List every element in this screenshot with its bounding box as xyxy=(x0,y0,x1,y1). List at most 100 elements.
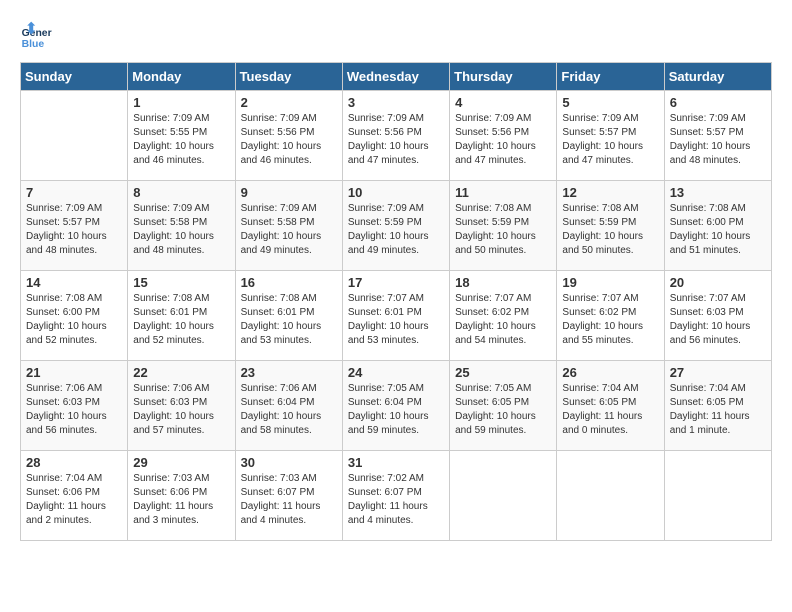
weekday-header-thursday: Thursday xyxy=(450,63,557,91)
calendar-cell: 25 Sunrise: 7:05 AM Sunset: 6:05 PM Dayli… xyxy=(450,361,557,451)
day-number: 19 xyxy=(562,275,658,290)
calendar-cell: 11 Sunrise: 7:08 AM Sunset: 5:59 PM Dayli… xyxy=(450,181,557,271)
day-info: Sunrise: 7:09 AM Sunset: 5:56 PM Dayligh… xyxy=(455,112,551,168)
calendar-cell: 4 Sunrise: 7:09 AM Sunset: 5:56 PM Daylig… xyxy=(450,91,557,181)
calendar-cell xyxy=(21,91,128,181)
day-info: Sunrise: 7:08 AM Sunset: 6:01 PM Dayligh… xyxy=(133,292,229,348)
day-info: Sunrise: 7:05 AM Sunset: 6:05 PM Dayligh… xyxy=(455,382,551,438)
day-info: Sunrise: 7:08 AM Sunset: 6:00 PM Dayligh… xyxy=(670,202,766,258)
weekday-header-wednesday: Wednesday xyxy=(342,63,449,91)
calendar-cell: 10 Sunrise: 7:09 AM Sunset: 5:59 PM Dayli… xyxy=(342,181,449,271)
day-info: Sunrise: 7:07 AM Sunset: 6:03 PM Dayligh… xyxy=(670,292,766,348)
day-info: Sunrise: 7:03 AM Sunset: 6:06 PM Dayligh… xyxy=(133,472,229,528)
calendar-cell: 26Sunrise: 7:04 AM Sunset: 6:05 PM Dayli… xyxy=(557,361,664,451)
calendar-cell xyxy=(450,451,557,541)
day-number: 24 xyxy=(348,365,444,380)
day-number: 9 xyxy=(241,185,337,200)
day-info: Sunrise: 7:02 AM Sunset: 6:07 PM Dayligh… xyxy=(348,472,444,528)
calendar-cell: 12 Sunrise: 7:08 AM Sunset: 5:59 PM Dayli… xyxy=(557,181,664,271)
day-number: 18 xyxy=(455,275,551,290)
calendar-week-row: 1 Sunrise: 7:09 AM Sunset: 5:55 PM Daylig… xyxy=(21,91,772,181)
calendar-cell: 6 Sunrise: 7:09 AM Sunset: 5:57 PM Daylig… xyxy=(664,91,771,181)
calendar-cell: 1 Sunrise: 7:09 AM Sunset: 5:55 PM Daylig… xyxy=(128,91,235,181)
svg-text:Blue: Blue xyxy=(22,39,45,50)
day-info: Sunrise: 7:09 AM Sunset: 5:55 PM Dayligh… xyxy=(133,112,229,168)
day-info: Sunrise: 7:07 AM Sunset: 6:01 PM Dayligh… xyxy=(348,292,444,348)
day-info: Sunrise: 7:07 AM Sunset: 6:02 PM Dayligh… xyxy=(455,292,551,348)
weekday-header-monday: Monday xyxy=(128,63,235,91)
day-info: Sunrise: 7:03 AM Sunset: 6:07 PM Dayligh… xyxy=(241,472,337,528)
calendar-cell: 13Sunrise: 7:08 AM Sunset: 6:00 PM Dayli… xyxy=(664,181,771,271)
calendar-week-row: 21 Sunrise: 7:06 AM Sunset: 6:03 PM Dayli… xyxy=(21,361,772,451)
weekday-header-friday: Friday xyxy=(557,63,664,91)
day-number: 17 xyxy=(348,275,444,290)
day-info: Sunrise: 7:08 AM Sunset: 6:01 PM Dayligh… xyxy=(241,292,337,348)
day-number: 3 xyxy=(348,95,444,110)
weekday-header-saturday: Saturday xyxy=(664,63,771,91)
day-number: 6 xyxy=(670,95,766,110)
day-number: 14 xyxy=(26,275,122,290)
calendar-cell: 28Sunrise: 7:04 AM Sunset: 6:06 PM Dayli… xyxy=(21,451,128,541)
day-info: Sunrise: 7:08 AM Sunset: 5:59 PM Dayligh… xyxy=(455,202,551,258)
day-number: 5 xyxy=(562,95,658,110)
calendar-cell: 9 Sunrise: 7:09 AM Sunset: 5:58 PM Daylig… xyxy=(235,181,342,271)
day-info: Sunrise: 7:09 AM Sunset: 5:56 PM Dayligh… xyxy=(348,112,444,168)
day-number: 7 xyxy=(26,185,122,200)
calendar-cell xyxy=(557,451,664,541)
day-number: 28 xyxy=(26,455,122,470)
day-info: Sunrise: 7:09 AM Sunset: 5:57 PM Dayligh… xyxy=(670,112,766,168)
logo-icon: General Blue xyxy=(20,20,52,52)
calendar-cell: 31 Sunrise: 7:02 AM Sunset: 6:07 PM Dayli… xyxy=(342,451,449,541)
day-info: Sunrise: 7:04 AM Sunset: 6:05 PM Dayligh… xyxy=(670,382,766,438)
calendar-cell: 27 Sunrise: 7:04 AM Sunset: 6:05 PM Dayli… xyxy=(664,361,771,451)
calendar-cell: 18 Sunrise: 7:07 AM Sunset: 6:02 PM Dayli… xyxy=(450,271,557,361)
calendar-cell: 29Sunrise: 7:03 AM Sunset: 6:06 PM Dayli… xyxy=(128,451,235,541)
day-number: 25 xyxy=(455,365,551,380)
calendar-table: SundayMondayTuesdayWednesdayThursdayFrid… xyxy=(20,62,772,541)
day-number: 21 xyxy=(26,365,122,380)
day-info: Sunrise: 7:05 AM Sunset: 6:04 PM Dayligh… xyxy=(348,382,444,438)
calendar-cell: 21 Sunrise: 7:06 AM Sunset: 6:03 PM Dayli… xyxy=(21,361,128,451)
day-info: Sunrise: 7:07 AM Sunset: 6:02 PM Dayligh… xyxy=(562,292,658,348)
calendar-cell: 23 Sunrise: 7:06 AM Sunset: 6:04 PM Dayli… xyxy=(235,361,342,451)
calendar-cell: 30Sunrise: 7:03 AM Sunset: 6:07 PM Dayli… xyxy=(235,451,342,541)
day-info: Sunrise: 7:09 AM Sunset: 5:58 PM Dayligh… xyxy=(133,202,229,258)
calendar-cell: 17 Sunrise: 7:07 AM Sunset: 6:01 PM Dayli… xyxy=(342,271,449,361)
day-number: 4 xyxy=(455,95,551,110)
day-info: Sunrise: 7:09 AM Sunset: 5:58 PM Dayligh… xyxy=(241,202,337,258)
calendar-cell: 14 Sunrise: 7:08 AM Sunset: 6:00 PM Dayli… xyxy=(21,271,128,361)
calendar-cell: 8 Sunrise: 7:09 AM Sunset: 5:58 PM Daylig… xyxy=(128,181,235,271)
calendar-cell: 24 Sunrise: 7:05 AM Sunset: 6:04 PM Dayli… xyxy=(342,361,449,451)
day-number: 12 xyxy=(562,185,658,200)
calendar-week-row: 28Sunrise: 7:04 AM Sunset: 6:06 PM Dayli… xyxy=(21,451,772,541)
day-info: Sunrise: 7:06 AM Sunset: 6:03 PM Dayligh… xyxy=(26,382,122,438)
day-number: 23 xyxy=(241,365,337,380)
day-number: 11 xyxy=(455,185,551,200)
day-info: Sunrise: 7:06 AM Sunset: 6:04 PM Dayligh… xyxy=(241,382,337,438)
weekday-header-tuesday: Tuesday xyxy=(235,63,342,91)
day-info: Sunrise: 7:09 AM Sunset: 5:56 PM Dayligh… xyxy=(241,112,337,168)
page-header: General Blue xyxy=(20,20,772,52)
day-info: Sunrise: 7:09 AM Sunset: 5:57 PM Dayligh… xyxy=(562,112,658,168)
svg-text:General: General xyxy=(22,28,52,39)
day-number: 1 xyxy=(133,95,229,110)
day-info: Sunrise: 7:09 AM Sunset: 5:57 PM Dayligh… xyxy=(26,202,122,258)
day-info: Sunrise: 7:06 AM Sunset: 6:03 PM Dayligh… xyxy=(133,382,229,438)
day-info: Sunrise: 7:08 AM Sunset: 5:59 PM Dayligh… xyxy=(562,202,658,258)
calendar-cell: 3 Sunrise: 7:09 AM Sunset: 5:56 PM Daylig… xyxy=(342,91,449,181)
day-number: 8 xyxy=(133,185,229,200)
day-number: 26 xyxy=(562,365,658,380)
calendar-week-row: 7 Sunrise: 7:09 AM Sunset: 5:57 PM Daylig… xyxy=(21,181,772,271)
calendar-cell: 7 Sunrise: 7:09 AM Sunset: 5:57 PM Daylig… xyxy=(21,181,128,271)
day-number: 27 xyxy=(670,365,766,380)
weekday-header-sunday: Sunday xyxy=(21,63,128,91)
calendar-cell: 20 Sunrise: 7:07 AM Sunset: 6:03 PM Dayli… xyxy=(664,271,771,361)
day-info: Sunrise: 7:09 AM Sunset: 5:59 PM Dayligh… xyxy=(348,202,444,258)
calendar-week-row: 14 Sunrise: 7:08 AM Sunset: 6:00 PM Dayli… xyxy=(21,271,772,361)
day-number: 20 xyxy=(670,275,766,290)
calendar-cell: 22Sunrise: 7:06 AM Sunset: 6:03 PM Dayli… xyxy=(128,361,235,451)
day-number: 31 xyxy=(348,455,444,470)
day-info: Sunrise: 7:08 AM Sunset: 6:00 PM Dayligh… xyxy=(26,292,122,348)
day-number: 10 xyxy=(348,185,444,200)
weekday-header-row: SundayMondayTuesdayWednesdayThursdayFrid… xyxy=(21,63,772,91)
